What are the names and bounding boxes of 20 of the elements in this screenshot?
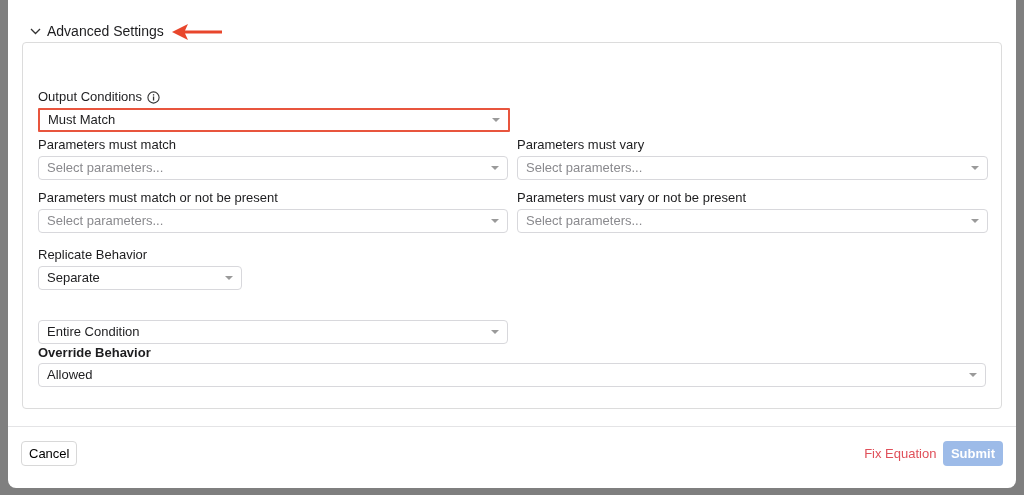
dropdown[interactable]: Entire Condition: [38, 320, 508, 344]
field-label: Parameters must vary or not be present: [517, 190, 748, 206]
dropdown[interactable]: Select parameters...: [38, 209, 508, 233]
chevron-icon[interactable]: [30, 28, 41, 35]
dropdown[interactable]: Must Match: [38, 108, 510, 132]
dropdown[interactable]: Select parameters...: [517, 209, 988, 233]
dropdown[interactable]: Allowed: [38, 363, 986, 387]
field-label: Replicate Behavior: [38, 247, 149, 263]
field-label: Override Behavior: [38, 345, 152, 361]
field-label: Parameters must vary: [517, 137, 646, 153]
cancel-button[interactable]: Cancel: [21, 441, 78, 466]
field-label: Parameters must match or not be present: [38, 190, 279, 206]
section-title[interactable]: Advanced Settings: [47, 21, 164, 42]
fix-equation-link[interactable]: Fix Equation: [864, 443, 937, 464]
field-label: Parameters must match: [38, 137, 177, 153]
info-icon[interactable]: [147, 90, 161, 104]
dropdown[interactable]: Separate: [38, 266, 242, 290]
dropdown[interactable]: Select parameters...: [517, 156, 988, 180]
dropdown[interactable]: Select parameters...: [38, 156, 508, 180]
field-label: Output Conditions: [38, 89, 143, 105]
